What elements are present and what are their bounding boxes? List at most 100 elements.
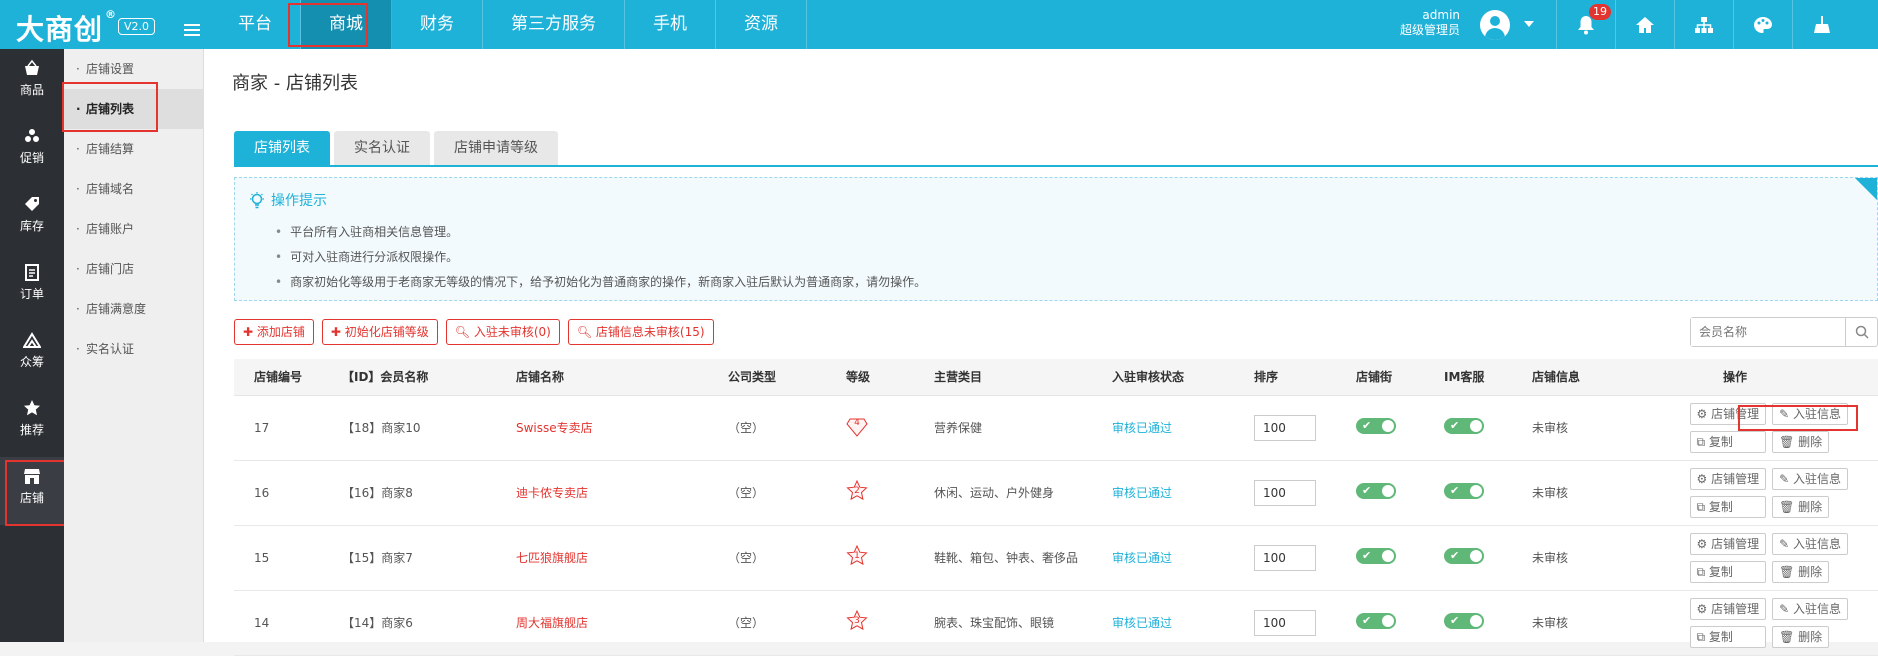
chevron-down-icon[interactable] [1524,21,1534,27]
sort-input[interactable]: 100 [1254,609,1316,636]
search-icon [1855,325,1869,339]
home-button[interactable] [1615,0,1674,49]
nav-third-party[interactable]: 第三方服务 [483,0,625,49]
sidebar-item-goods[interactable]: 商品 [0,49,64,109]
clear-cache-button[interactable] [1792,0,1851,49]
sidebar-item-stock[interactable]: 库存 [0,185,64,245]
copy-button[interactable]: ⧉ 复制 [1689,495,1767,518]
delete-button[interactable]: 🗑︎ 删除 [1772,430,1830,453]
tag-icon [25,197,39,211]
subnav-shop-list[interactable]: 店铺列表 [64,89,204,129]
info-pending-review-button[interactable]: 🔍︎ 店铺信息未审核(15) [567,319,714,345]
shop-street-toggle[interactable]: ✔ [1356,483,1396,499]
check-icon: ✔ [1450,484,1460,497]
cell-category: 休闲、运动、户外健身 [914,460,1092,526]
subnav-shop-settings[interactable]: 店铺设置 [64,49,204,89]
shop-street-toggle[interactable]: ✔ [1356,613,1396,629]
im-toggle[interactable]: ✔ [1444,548,1484,564]
action-bar: ✚ 添加店铺 ✚ 初始化店铺等级 🔍︎ 入驻未审核(0) 🔍︎ 店铺信息未审核(… [234,319,722,345]
search-input[interactable] [1691,318,1841,346]
shop-manage-button[interactable]: ⚙ 店铺管理 [1689,467,1767,490]
delete-button[interactable]: 🗑︎ 删除 [1772,560,1830,583]
cell-company-type: （空） [708,590,826,656]
sidebar-item-recommend[interactable]: 推荐 [0,389,64,449]
settle-info-button[interactable]: ✎ 入驻信息 [1772,597,1848,620]
delete-button[interactable]: 🗑︎ 删除 [1772,625,1830,648]
notification-badge: 19 [1589,4,1611,20]
subnav-realname[interactable]: 实名认证 [64,329,204,369]
sidebar-item-crowdfunding[interactable]: 众筹 [0,321,64,381]
delete-button[interactable]: 🗑︎ 删除 [1772,495,1830,518]
nav-finance[interactable]: 财务 [392,0,483,49]
nav-platform[interactable]: 平台 [210,0,301,49]
cell-shop-street: ✔ [1336,460,1424,526]
pending-review-button[interactable]: 🔍︎ 入驻未审核(0) [445,319,560,345]
subnav-shop-account[interactable]: 店铺账户 [64,209,204,249]
top-icons: 19 [1556,0,1851,49]
shop-street-toggle[interactable]: ✔ [1356,418,1396,434]
version-badge: V2.0 [118,18,156,35]
cell-company-type: （空） [708,395,826,461]
shop-manage-button[interactable]: ⚙ 店铺管理 [1689,402,1767,425]
sort-input[interactable]: 100 [1254,479,1316,506]
sort-input[interactable]: 100 [1254,544,1316,571]
notification-button[interactable]: 19 [1556,0,1615,49]
subnav-shop-stores[interactable]: 店铺门店 [64,249,204,289]
cell-shop-name[interactable]: 迪卡侬专卖店 [496,460,708,526]
top-bar: 大商创 ® V2.0 平台 商城 财务 第三方服务 手机 资源 admin 超级管… [0,0,1878,49]
sidebar-item-order[interactable]: 订单 [0,253,64,313]
check-icon: ✔ [1450,549,1460,562]
sidebar-item-shop[interactable]: 店铺 [0,457,64,525]
sort-input[interactable]: 100 [1254,414,1316,441]
tab-shop-list[interactable]: 店铺列表 [234,131,330,165]
level-badge: 1 [846,544,868,567]
col-level: 等级 [826,359,914,396]
shop-manage-button[interactable]: ⚙ 店铺管理 [1689,532,1767,555]
settle-info-button[interactable]: ✎ 入驻信息 [1772,532,1848,555]
shop-manage-button[interactable]: ⚙ 店铺管理 [1689,597,1767,620]
cell-sort: 100 [1234,525,1336,591]
cell-shop-name[interactable]: 七匹狼旗舰店 [496,525,708,591]
copy-button[interactable]: ⧉ 复制 [1689,625,1767,648]
cell-status[interactable]: 审核已通过 [1092,395,1234,461]
cell-status[interactable]: 审核已通过 [1092,590,1234,656]
tab-shop-grade-apply[interactable]: 店铺申请等级 [434,131,558,165]
im-toggle[interactable]: ✔ [1444,418,1484,434]
cell-member: 【16】商家8 [322,460,496,526]
nav-mall[interactable]: 商城 [301,0,392,49]
tab-realname[interactable]: 实名认证 [334,131,430,165]
cell-status[interactable]: 审核已通过 [1092,460,1234,526]
cell-shop-name[interactable]: Swisse专卖店 [496,395,708,461]
search-button[interactable] [1845,318,1877,346]
im-toggle[interactable]: ✔ [1444,483,1484,499]
settle-info-button[interactable]: ✎ 入驻信息 [1772,467,1848,490]
cell-im: ✔ [1424,525,1512,591]
cell-shop-name[interactable]: 周大福旗舰店 [496,590,708,656]
nav-mobile[interactable]: 手机 [625,0,716,49]
avatar[interactable] [1480,10,1510,40]
settle-info-button[interactable]: ✎ 入驻信息 [1772,402,1848,425]
brand-logo[interactable]: 大商创 ® [16,8,117,48]
copy-button[interactable]: ⧉ 复制 [1689,430,1767,453]
sitemap-button[interactable] [1674,0,1733,49]
collapse-corner-icon[interactable] [1855,178,1877,200]
col-shop-name: 店铺名称 [496,359,708,396]
table-row: 14 【14】商家6 周大福旗舰店 （空） 3 腕表、珠宝配饰、眼镜 审核已通过… [234,590,1878,656]
table-header-row: 店铺编号 【ID】会员名称 店铺名称 公司类型 等级 主营类目 入驻审核状态 排… [234,359,1878,396]
im-toggle[interactable]: ✔ [1444,613,1484,629]
nav-resource[interactable]: 资源 [716,0,807,49]
init-shop-grade-button[interactable]: ✚ 初始化店铺等级 [321,319,438,345]
add-shop-button[interactable]: ✚ 添加店铺 [234,319,314,345]
copy-button[interactable]: ⧉ 复制 [1689,560,1767,583]
user-info[interactable]: admin 超级管理员 [1400,8,1460,38]
subnav-shop-satisfaction[interactable]: 店铺满意度 [64,289,204,329]
sidebar-item-promotion[interactable]: 促销 [0,117,64,177]
top-nav: 平台 商城 财务 第三方服务 手机 资源 [210,0,807,49]
subnav-shop-settlement[interactable]: 店铺结算 [64,129,204,169]
cell-status[interactable]: 审核已通过 [1092,525,1234,591]
menu-toggle-icon[interactable] [184,24,200,38]
theme-button[interactable] [1733,0,1792,49]
subnav-shop-domain[interactable]: 店铺域名 [64,169,204,209]
shop-street-toggle[interactable]: ✔ [1356,548,1396,564]
col-shop-info: 店铺信息 [1512,359,1592,396]
